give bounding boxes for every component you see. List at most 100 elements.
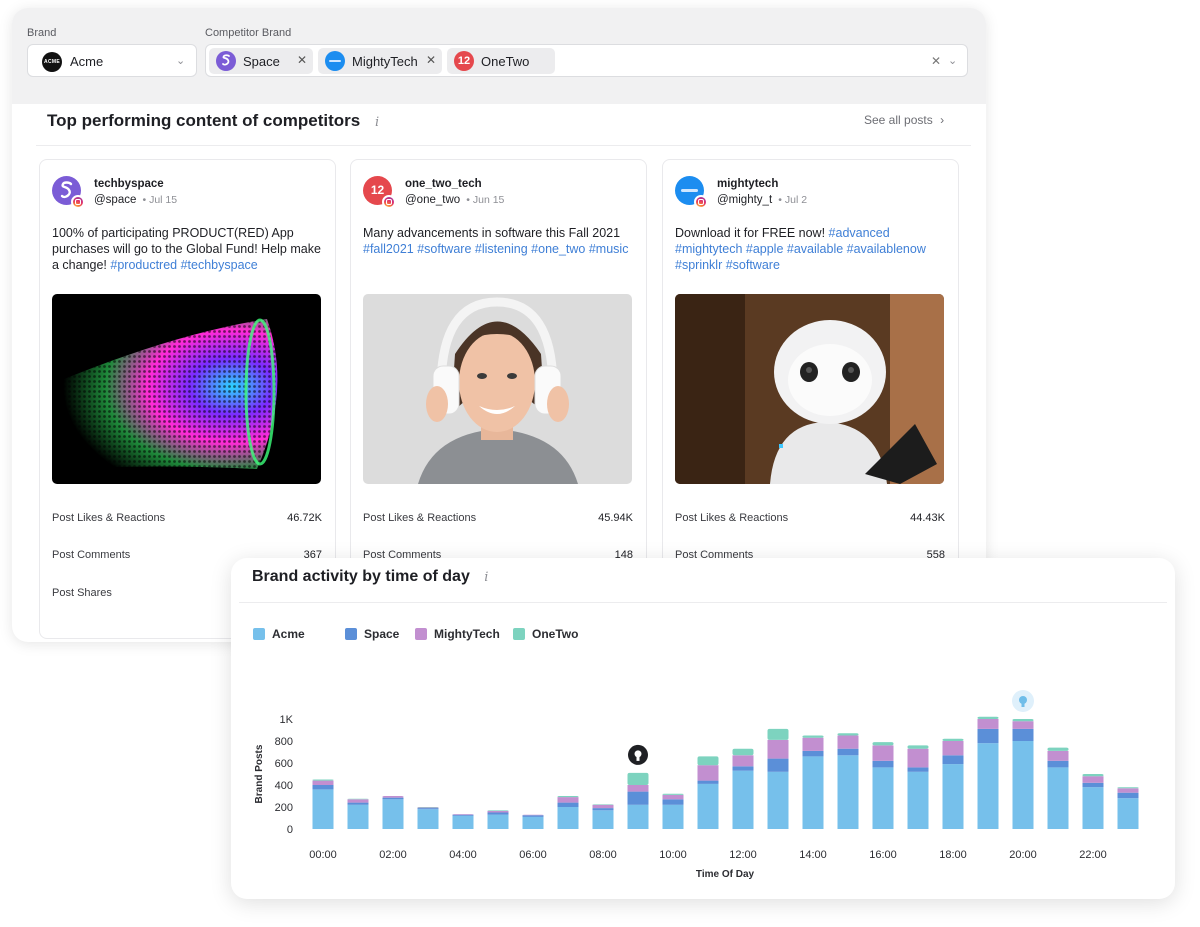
bar-onetwo-03:00	[417, 807, 439, 808]
competitor-chip-mightytech[interactable]: MightyTech ✕	[318, 48, 442, 74]
bar-onetwo-10:00	[662, 793, 684, 795]
bar-space-15:00	[837, 748, 859, 756]
competitor-multiselect[interactable]: Space ✕ MightyTech ✕ 12 OneTwo ✕ ⌄	[205, 44, 968, 77]
bar-space-06:00	[522, 815, 544, 817]
info-icon[interactable]: i	[484, 570, 488, 585]
bar-onetwo-09:00	[627, 772, 649, 785]
remove-chip-icon[interactable]: ✕	[297, 53, 307, 67]
bar-onetwo-13:00	[767, 728, 789, 740]
brand-select[interactable]: ACME Acme ⌄	[27, 44, 197, 77]
bar-onetwo-22:00	[1082, 774, 1104, 777]
competitor-chip-label: Space	[243, 54, 280, 69]
bar-onetwo-17:00	[907, 745, 929, 749]
x-tick-label: 06:00	[519, 849, 547, 861]
bar-mightytech-03:00	[417, 807, 439, 809]
bar-acme-20:00	[1012, 741, 1034, 829]
post-handle-text: @one_two	[405, 194, 461, 206]
x-tick-label: 20:00	[1009, 849, 1037, 861]
y-tick-label: 800	[275, 736, 293, 748]
brand-select-value: Acme	[70, 54, 104, 69]
filter-bar: Brand ACME Acme ⌄ Competitor Brand Space…	[12, 8, 986, 104]
bar-mightytech-04:00	[452, 814, 474, 815]
bar-space-14:00	[802, 750, 824, 757]
bar-onetwo-12:00	[732, 748, 754, 756]
bar-acme-08:00	[592, 810, 614, 829]
competitor-chip-space[interactable]: Space ✕	[209, 48, 313, 74]
post-hashtags[interactable]: #productred #techbyspace	[110, 258, 257, 272]
post-image-robot[interactable]	[675, 294, 944, 484]
post-image-headphones-woman[interactable]	[363, 294, 632, 484]
bar-acme-17:00	[907, 771, 929, 829]
bar-onetwo-20:00	[1012, 719, 1034, 722]
bar-onetwo-23:00	[1117, 787, 1139, 789]
bar-acme-23:00	[1117, 798, 1139, 829]
metric-label: Post Comments	[52, 549, 131, 561]
post-date: Jul 15	[149, 194, 178, 206]
bar-mightytech-12:00	[732, 755, 754, 767]
chevron-down-icon[interactable]: ⌄	[176, 54, 185, 67]
onetwo-logo: 12	[454, 51, 474, 71]
bar-onetwo-01:00	[347, 798, 369, 800]
x-tick-label: 10:00	[659, 849, 687, 861]
bar-acme-16:00	[872, 767, 894, 829]
legend-swatch	[415, 628, 427, 640]
clear-all-icon[interactable]: ✕	[931, 54, 941, 68]
competitor-chip-onetwo[interactable]: 12 OneTwo	[447, 48, 555, 74]
x-tick-label: 02:00	[379, 849, 407, 861]
metric-value: 45.94K	[598, 512, 633, 524]
bar-onetwo-00:00	[312, 779, 334, 781]
y-tick-label: 0	[287, 824, 293, 836]
x-tick-label: 14:00	[799, 849, 827, 861]
x-tick-label: 22:00	[1079, 849, 1107, 861]
bar-mightytech-13:00	[767, 739, 789, 759]
brand-filter-label: Brand	[27, 27, 57, 39]
chevron-right-icon: ›	[940, 113, 945, 127]
see-all-posts-label: See all posts	[864, 113, 933, 127]
legend-label: Acme	[272, 627, 305, 641]
metric-label: Post Shares	[52, 587, 112, 599]
space-logo	[216, 51, 236, 71]
legend-swatch	[253, 628, 265, 640]
x-tick-label: 16:00	[869, 849, 897, 861]
instagram-icon	[382, 195, 396, 209]
instagram-icon	[694, 195, 708, 209]
bar-acme-11:00	[697, 783, 719, 829]
bar-acme-14:00	[802, 756, 824, 829]
y-tick-label: 400	[275, 780, 293, 792]
bar-space-19:00	[977, 728, 999, 744]
post-hashtags[interactable]: #fall2021 #software #listening #one_two …	[363, 242, 628, 256]
bar-acme-03:00	[417, 809, 439, 829]
brand-activity-panel: Brand activity by time of day i Acme Spa…	[231, 558, 1175, 899]
bar-space-08:00	[592, 808, 614, 811]
post-text: Many advancements in software this Fall …	[363, 225, 639, 257]
bar-acme-04:00	[452, 815, 474, 829]
chevron-down-icon[interactable]: ⌄	[948, 54, 957, 67]
see-all-posts-link[interactable]: See all posts ›	[864, 113, 944, 127]
lightbulb-icon	[1019, 696, 1027, 704]
bar-mightytech-08:00	[592, 804, 614, 809]
lightbulb-icon	[1021, 703, 1025, 707]
bar-space-13:00	[767, 758, 789, 772]
bar-space-05:00	[487, 812, 509, 815]
y-axis-label: Brand Posts	[254, 744, 265, 803]
post-image-led-lights[interactable]	[52, 294, 321, 484]
metric-row: Post Likes & Reactions 44.43K	[675, 512, 945, 528]
bar-space-02:00	[382, 797, 404, 800]
post-handle-text: @mighty_t	[717, 194, 773, 206]
bar-space-12:00	[732, 766, 754, 771]
lightbulb-icon	[634, 750, 642, 758]
bar-mightytech-10:00	[662, 794, 684, 800]
x-tick-label: 00:00	[309, 849, 337, 861]
chart-title-text: Brand activity by time of day	[252, 568, 470, 585]
mightytech-logo	[325, 51, 345, 71]
remove-chip-icon[interactable]: ✕	[426, 53, 436, 67]
y-tick-label: 200	[275, 802, 293, 814]
info-icon[interactable]: i	[375, 115, 379, 130]
section-title: Top performing content of competitors i	[47, 111, 379, 131]
legend-swatch	[345, 628, 357, 640]
lightbulb-icon	[636, 756, 640, 761]
x-axis-label: Time Of Day	[696, 869, 755, 880]
bar-onetwo-21:00	[1047, 747, 1069, 751]
bar-space-23:00	[1117, 792, 1139, 799]
legend-label: MightyTech	[434, 627, 500, 641]
